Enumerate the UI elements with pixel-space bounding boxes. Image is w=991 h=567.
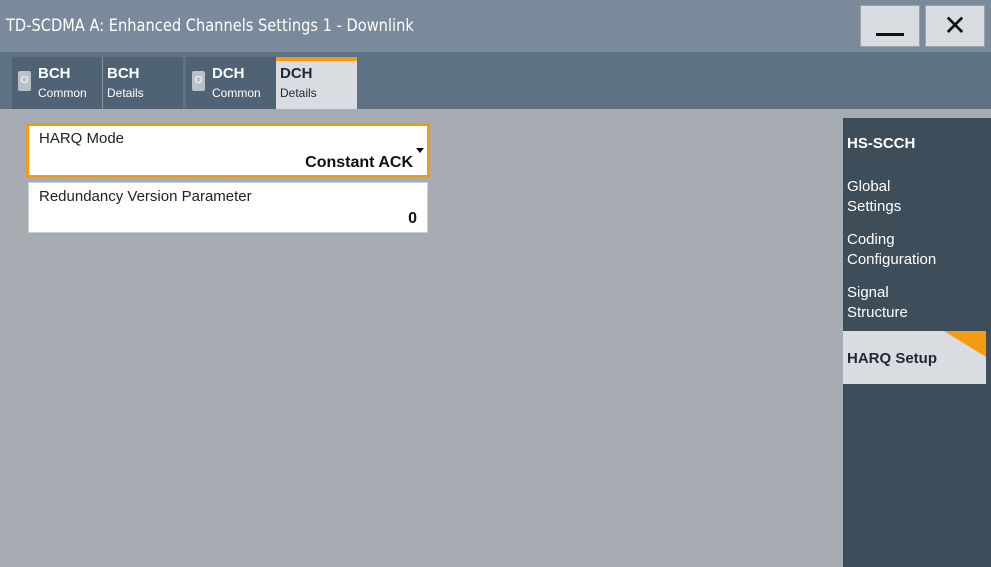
nav-label: Coding — [847, 231, 895, 248]
minimize-icon — [876, 32, 904, 36]
tab-bar: O BCH Common BCH Details O DCH Common DC… — [0, 52, 991, 109]
nav-label: Configuration — [847, 251, 937, 268]
window-title: TD-SCDMA A: Enhanced Channels Settings 1… — [6, 16, 414, 36]
tab-sublabel: Common — [212, 86, 261, 100]
harq-mode-label: HARQ Mode — [39, 130, 125, 147]
tab-dch-details-cell: DCH Details — [276, 57, 357, 109]
active-marker-icon — [944, 331, 986, 357]
tab-dch-common-cell: O DCH Common — [186, 57, 276, 109]
nav-label: Global — [847, 178, 891, 195]
tab-label: DCH — [280, 65, 313, 82]
redundancy-version-field[interactable]: Redundancy Version Parameter 0 — [28, 182, 428, 233]
tab-label: DCH — [212, 65, 245, 82]
tab-sublabel: Details — [107, 86, 144, 100]
nav-harq-setup[interactable]: HARQ Setup — [843, 331, 986, 384]
tab-bch[interactable]: O BCH Common BCH Details — [12, 57, 183, 109]
nav-hs-scch[interactable]: HS-SCCH — [843, 118, 986, 170]
nav-label: Signal — [847, 284, 889, 301]
toggle-icon[interactable]: O — [192, 71, 205, 91]
tab-bch-common[interactable]: O BCH Common — [12, 57, 102, 109]
dropdown-arrow-icon — [416, 148, 424, 153]
tab-label: BCH — [38, 65, 71, 82]
toggle-icon[interactable]: O — [18, 71, 31, 91]
nav-label: Structure — [847, 304, 908, 321]
nav-label: Settings — [847, 198, 902, 215]
nav-signal-structure[interactable]: Signal Structure — [843, 278, 986, 329]
nav-global-settings[interactable]: Global Settings — [843, 172, 986, 223]
nav-coding-configuration[interactable]: Coding Configuration — [843, 225, 986, 276]
redundancy-version-label: Redundancy Version Parameter — [39, 188, 252, 205]
harq-mode-value: Constant ACK — [305, 154, 413, 171]
tab-sublabel: Details — [280, 86, 317, 100]
title-bar: TD-SCDMA A: Enhanced Channels Settings 1… — [0, 0, 991, 52]
tab-dch-details[interactable]: DCH Details — [276, 57, 357, 109]
close-button[interactable]: ✕ — [925, 5, 985, 47]
harq-mode-dropdown[interactable]: HARQ Mode Constant ACK — [26, 123, 430, 178]
tab-dch-common[interactable]: O DCH Common — [186, 57, 276, 109]
close-icon: ✕ — [943, 9, 967, 42]
nav-label: HS-SCCH — [847, 135, 916, 152]
tab-sublabel: Common — [38, 86, 87, 100]
redundancy-version-value: 0 — [408, 210, 417, 227]
minimize-button[interactable] — [860, 5, 920, 47]
tab-bch-details[interactable]: BCH Details — [102, 57, 183, 109]
tab-label: BCH — [107, 65, 140, 82]
